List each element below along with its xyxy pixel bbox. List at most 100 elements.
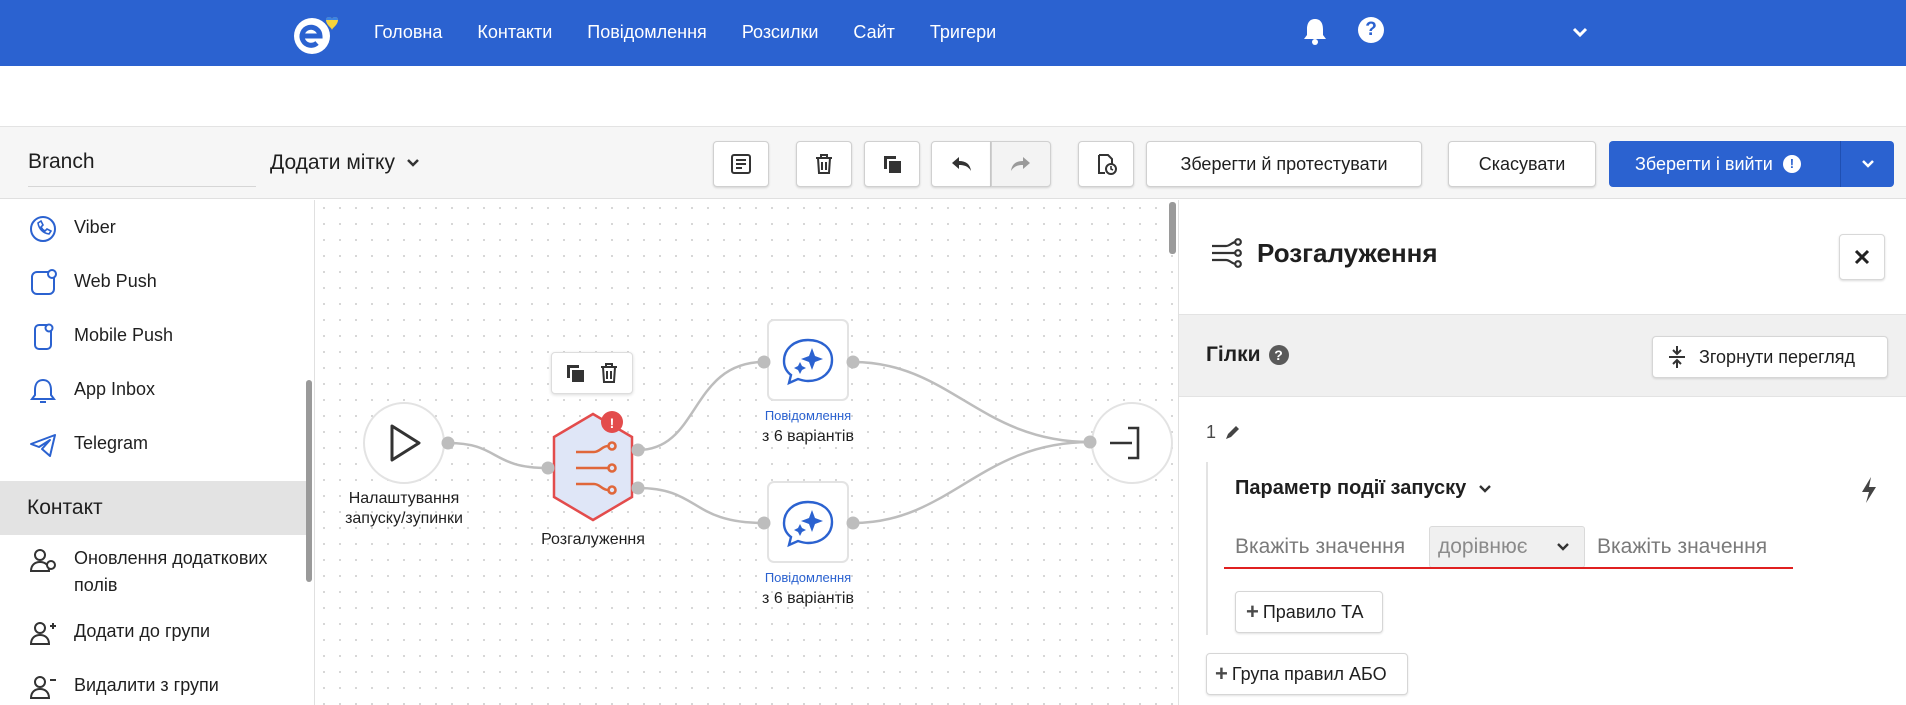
sidebar-item-label: Telegram (74, 433, 149, 453)
nav-campaigns[interactable]: Розсилки (742, 20, 819, 44)
redo-icon (1011, 157, 1030, 171)
chevron-down-icon (407, 159, 419, 167)
delete-button[interactable] (796, 141, 852, 187)
save-options-dropdown[interactable] (1840, 141, 1894, 187)
sidebar-item-app-inbox[interactable]: App Inbox (28, 376, 155, 406)
sidebar-item-web-push[interactable]: Web Push (28, 268, 157, 298)
bell-icon[interactable] (1301, 16, 1329, 46)
save-and-test-button[interactable]: Зберегти й протестувати (1146, 141, 1422, 187)
sidebar-item-viber[interactable]: Viber (28, 214, 116, 244)
connector-msg1-end (852, 360, 1091, 444)
add-and-rule-button[interactable]: + Правило ТА (1235, 591, 1383, 633)
top-navigation-bar: Головна Контакти Повідомлення Розсилки С… (0, 0, 1906, 66)
trash-icon[interactable] (597, 361, 621, 385)
add-tag-dropdown[interactable]: Додати мітку (270, 148, 421, 178)
sidebar-item-label: Оновлення додаткових полів (74, 548, 268, 595)
plus-icon: + (1215, 661, 1228, 686)
help-icon[interactable]: ? (1358, 17, 1384, 43)
undo-button[interactable] (931, 141, 991, 187)
nav-messages[interactable]: Повідомлення (587, 20, 707, 44)
branches-header: Гілки ? Згорнути перегляд (1179, 314, 1906, 397)
sidebar-item-telegram[interactable]: Telegram (28, 430, 148, 460)
port-dot (757, 516, 771, 530)
message-node-2[interactable] (767, 481, 849, 563)
element-library-sidebar: Viber Web Push Mobile Push App Inbox Tel… (0, 200, 315, 705)
logo-icon[interactable] (290, 12, 340, 56)
chevron-down-icon (1479, 484, 1492, 493)
add-and-rule-label: Правило ТА (1262, 601, 1364, 622)
start-node[interactable] (363, 402, 445, 484)
message-node-1[interactable] (767, 319, 849, 401)
sidebar-section-contact: Контакт (0, 481, 308, 535)
telegram-icon (30, 434, 56, 457)
redo-button[interactable] (991, 141, 1051, 187)
collapse-view-button[interactable]: Згорнути перегляд (1652, 336, 1888, 378)
add-or-group-button[interactable]: + Група правил АБО (1206, 653, 1408, 695)
add-or-group-label: Група правил АБО (1231, 663, 1387, 684)
trash-icon (816, 154, 832, 174)
nav-triggers[interactable]: Тригери (930, 20, 996, 44)
plus-icon: + (1246, 599, 1259, 624)
branches-title-label: Гілки (1206, 343, 1261, 366)
chevron-down-icon[interactable] (1570, 22, 1590, 42)
nav-home[interactable]: Головна (374, 20, 442, 44)
nav-contacts[interactable]: Контакти (477, 20, 552, 44)
close-panel-button[interactable] (1839, 234, 1885, 280)
sidebar-item-update-fields[interactable]: Оновлення додаткових полів (28, 545, 268, 599)
port-dot (631, 443, 645, 457)
warning-icon: ! (1782, 155, 1801, 173)
history-icon (1098, 154, 1117, 175)
remove-user-icon (29, 676, 56, 699)
port-dot (757, 355, 771, 369)
contact-update-icon (29, 549, 56, 572)
connector-branch-msg1 (637, 360, 765, 452)
viber-icon (30, 216, 56, 242)
canvas-scrollbar[interactable] (1169, 202, 1176, 254)
operator-select[interactable]: дорівнює (1429, 526, 1585, 568)
save-and-exit-button[interactable]: Зберегти і вийти ! (1609, 141, 1894, 187)
operator-value: дорівнює (1438, 535, 1528, 558)
add-tag-label: Додати мітку (270, 151, 395, 174)
port-dot (846, 516, 860, 530)
copy-button[interactable] (864, 141, 920, 187)
lightning-icon[interactable] (1859, 476, 1879, 504)
sidebar-item-mobile-push[interactable]: Mobile Push (28, 322, 173, 352)
panel-header: Розгалуження (1179, 200, 1906, 314)
connector-msg2-end (852, 440, 1091, 525)
notes-button[interactable] (713, 141, 769, 187)
chevron-down-icon (1557, 543, 1569, 551)
add-user-icon (29, 622, 56, 645)
workflow-graph (363, 319, 1173, 563)
note-icon (731, 154, 751, 174)
sidebar-item-label: Web Push (74, 271, 157, 291)
rule-group-line (1206, 462, 1208, 635)
help-icon[interactable]: ? (1268, 345, 1289, 365)
save-and-exit-label: Зберегти і вийти (1635, 153, 1773, 174)
nav-site[interactable]: Сайт (853, 20, 895, 44)
port-dot (631, 481, 645, 495)
sidebar-scrollbar[interactable] (306, 380, 312, 582)
pencil-icon[interactable] (1224, 425, 1240, 441)
close-icon (1854, 249, 1870, 265)
sidebar-item-label: App Inbox (74, 379, 156, 399)
branch-settings-panel: Розгалуження Гілки ? Згорнути перегляд 1… (1178, 200, 1906, 705)
cancel-button[interactable]: Скасувати (1448, 141, 1596, 187)
validation-error-underline (1224, 567, 1793, 569)
sidebar-item-remove-from-group[interactable]: Видалити з групи (28, 672, 219, 702)
branches-title: Гілки ? (1206, 343, 1289, 367)
right-value-input[interactable]: Вкажіть значення (1597, 527, 1767, 567)
collapse-icon (1669, 346, 1685, 368)
chevron-down-icon (1861, 160, 1874, 168)
sidebar-item-add-to-group[interactable]: Додати до групи (28, 618, 210, 648)
port-dot (441, 436, 455, 450)
copy-icon[interactable] (563, 361, 587, 385)
app-inbox-icon (30, 378, 56, 403)
panel-title: Розгалуження (1257, 238, 1438, 268)
workflow-name-input[interactable]: Branch (28, 147, 256, 187)
branch-node-label: Розгалуження (541, 531, 645, 548)
main-nav: Головна Контакти Повідомлення Розсилки С… (374, 20, 1031, 44)
editor-toolbar: Branch Додати мітку Зберегти й протестув… (0, 126, 1906, 199)
history-button[interactable] (1078, 141, 1134, 187)
trigger-param-dropdown[interactable]: Параметр події запуску (1235, 477, 1492, 500)
left-value-input[interactable]: Вкажіть значення (1235, 527, 1405, 567)
